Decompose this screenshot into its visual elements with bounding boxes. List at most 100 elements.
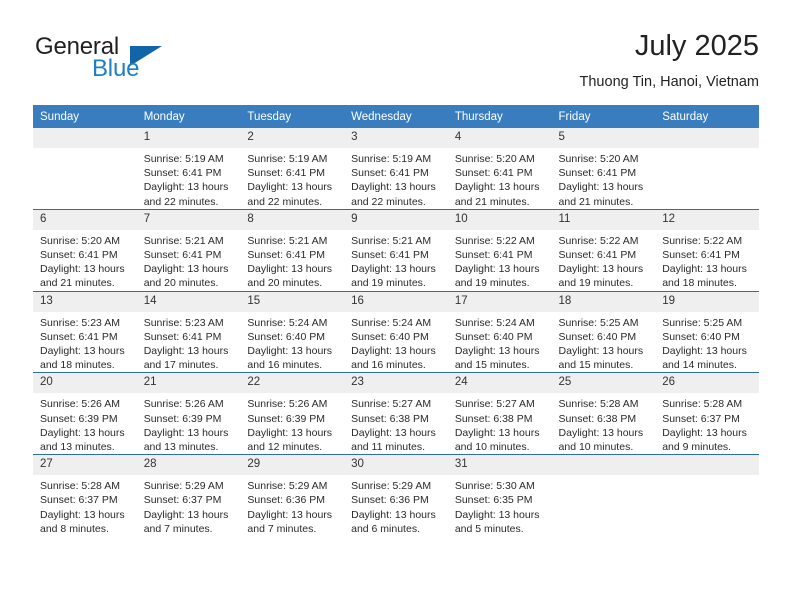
sunrise-text: Sunrise: 5:24 AM — [351, 316, 432, 329]
calendar-day-cell[interactable]: 11 Sunrise: 5:22 AM Sunset: 6:41 PM Dayligh… — [551, 208, 656, 292]
sunrise-text: Sunrise: 5:19 AM — [247, 153, 328, 165]
calendar-day-cell[interactable]: 23 Sunrise: 5:27 AM Sunset: 6:38 PM Dayligh… — [344, 372, 448, 455]
calendar-day-cell[interactable]: 8 Sunrise: 5:21 AM Sunset: 6:41 PM Daylight… — [240, 208, 345, 292]
day-number: 31 — [447, 455, 552, 476]
day-number: 1 — [136, 128, 241, 148]
calendar-day-cell[interactable]: 13 Sunrise: 5:23 AM Sunset: 6:41 PM Dayligh… — [33, 290, 137, 373]
daylight-text: Daylight: 13 hours and 7 minutes. — [247, 508, 333, 535]
calendar-day-cell[interactable]: 9 Sunrise: 5:21 AM Sunset: 6:41 PM Daylight… — [344, 208, 448, 292]
sunrise-text: Sunrise: 5:26 AM — [247, 398, 328, 411]
calendar-day-cell[interactable]: 5 Sunrise: 5:20 AM Sunset: 6:41 PM Daylight… — [551, 128, 656, 209]
day-number: 15 — [240, 291, 345, 312]
sunset-text: Sunset: 6:38 PM — [351, 412, 429, 425]
calendar-day-cell[interactable]: 20 Sunrise: 5:26 AM Sunset: 6:39 PM Dayligh… — [33, 372, 137, 455]
calendar-header-row: Sunday Monday Tuesday Wednesday Thursday… — [33, 105, 759, 128]
sunset-text: Sunset: 6:41 PM — [247, 249, 326, 262]
sunrise-text: Sunrise: 5:20 AM — [454, 153, 535, 165]
calendar-day-cell[interactable]: 18 Sunrise: 5:25 AM Sunset: 6:40 PM Dayligh… — [551, 290, 656, 373]
daylight-text: Daylight: 13 hours and 18 minutes. — [662, 263, 747, 290]
daylight-text: Daylight: 13 hours and 15 minutes. — [558, 345, 644, 372]
calendar-day-cell[interactable]: 24 Sunrise: 5:27 AM Sunset: 6:38 PM Dayligh… — [447, 372, 552, 455]
calendar-week-row: 13 Sunrise: 5:23 AM Sunset: 6:41 PM Dayligh… — [33, 290, 759, 373]
calendar-day-cell[interactable]: 19 Sunrise: 5:25 AM Sunset: 6:40 PM Dayligh… — [655, 290, 759, 373]
calendar-day-cell[interactable]: 12 Sunrise: 5:22 AM Sunset: 6:41 PM Dayligh… — [655, 208, 759, 292]
sunset-text: Sunset: 6:38 PM — [558, 412, 637, 425]
day-details: Sunrise: 5:28 AM Sunset: 6:38 PM Daylight:… — [552, 393, 656, 454]
day-number — [551, 455, 656, 476]
logo-text-blue: Blue — [92, 55, 140, 82]
weekday-header-thursday: Thursday — [447, 105, 552, 128]
sunrise-text: Sunrise: 5:28 AM — [662, 398, 743, 411]
weekday-header-sunday: Sunday — [33, 105, 137, 128]
calendar-day-cell[interactable]: 17 Sunrise: 5:24 AM Sunset: 6:40 PM Dayligh… — [447, 290, 552, 373]
weekday-header-wednesday: Wednesday — [344, 105, 448, 128]
calendar-week-row: 6 Sunrise: 5:20 AM Sunset: 6:41 PM Daylight… — [33, 208, 759, 292]
day-details: Sunrise: 5:25 AM Sunset: 6:40 PM Daylight:… — [552, 312, 656, 373]
day-details: Sunrise: 5:23 AM Sunset: 6:41 PM Daylight:… — [33, 312, 137, 373]
sunset-text: Sunset: 6:39 PM — [143, 412, 222, 425]
calendar-day-cell[interactable]: 30 Sunrise: 5:29 AM Sunset: 6:36 PM Dayligh… — [344, 454, 448, 537]
day-number: 14 — [136, 291, 241, 312]
sunset-text: Sunset: 6:41 PM — [351, 167, 429, 180]
daylight-text: Daylight: 13 hours and 13 minutes. — [143, 426, 229, 454]
day-details: Sunrise: 5:19 AM Sunset: 6:41 PM Daylight:… — [137, 148, 241, 209]
calendar-day-cell[interactable]: 4 Sunrise: 5:20 AM Sunset: 6:41 PM Daylight… — [447, 128, 552, 209]
sunrise-text: Sunrise: 5:20 AM — [558, 153, 639, 165]
calendar-day-cell[interactable]: 7 Sunrise: 5:21 AM Sunset: 6:41 PM Daylight… — [136, 208, 241, 292]
daylight-text: Daylight: 13 hours and 5 minutes. — [454, 508, 540, 535]
calendar-day-cell[interactable]: 2 Sunrise: 5:19 AM Sunset: 6:41 PM Daylight… — [240, 128, 345, 209]
calendar-day-cell[interactable]: 31 Sunrise: 5:30 AM Sunset: 6:35 PM Dayligh… — [447, 454, 552, 537]
calendar-week-row: 20 Sunrise: 5:26 AM Sunset: 6:39 PM Dayligh… — [33, 372, 759, 455]
day-number: 29 — [240, 455, 345, 476]
day-number: 26 — [655, 373, 759, 394]
day-number: 3 — [344, 128, 448, 148]
day-number: 11 — [551, 209, 656, 230]
day-number: 12 — [655, 209, 759, 230]
logo[interactable]: General Blue — [35, 34, 225, 90]
calendar-day-cell[interactable]: 10 Sunrise: 5:22 AM Sunset: 6:41 PM Dayligh… — [447, 208, 552, 292]
day-details: Sunrise: 5:22 AM Sunset: 6:41 PM Daylight:… — [552, 230, 656, 291]
sunset-text: Sunset: 6:36 PM — [351, 494, 429, 507]
sunrise-text: Sunrise: 5:26 AM — [143, 398, 224, 411]
daylight-text: Daylight: 13 hours and 13 minutes. — [40, 426, 125, 454]
sunset-text: Sunset: 6:41 PM — [454, 249, 533, 262]
daylight-text: Daylight: 13 hours and 9 minutes. — [662, 426, 747, 454]
page-header: General Blue July 2025 Thuong Tin, Hanoi… — [33, 28, 759, 96]
day-number: 28 — [136, 455, 241, 476]
sunrise-text: Sunrise: 5:26 AM — [40, 398, 120, 411]
day-number: 18 — [551, 291, 656, 312]
calendar-day-cell[interactable]: 21 Sunrise: 5:26 AM Sunset: 6:39 PM Dayligh… — [136, 372, 241, 455]
day-details: Sunrise: 5:19 AM Sunset: 6:41 PM Daylight:… — [240, 148, 344, 209]
calendar-day-cell-empty — [655, 454, 759, 537]
sunrise-text: Sunrise: 5:28 AM — [558, 398, 639, 411]
calendar-day-cell[interactable]: 28 Sunrise: 5:29 AM Sunset: 6:37 PM Dayligh… — [136, 454, 241, 537]
sunset-text: Sunset: 6:41 PM — [351, 249, 429, 262]
calendar-day-cell[interactable]: 6 Sunrise: 5:20 AM Sunset: 6:41 PM Daylight… — [33, 208, 137, 292]
calendar-day-cell[interactable]: 22 Sunrise: 5:26 AM Sunset: 6:39 PM Dayligh… — [240, 372, 345, 455]
sunset-text: Sunset: 6:41 PM — [558, 167, 637, 180]
calendar-day-cell[interactable]: 1 Sunrise: 5:19 AM Sunset: 6:41 PM Daylight… — [136, 128, 241, 209]
daylight-text: Daylight: 13 hours and 22 minutes. — [351, 181, 436, 208]
day-number: 20 — [33, 373, 137, 394]
calendar-day-cell[interactable]: 27 Sunrise: 5:28 AM Sunset: 6:37 PM Dayligh… — [33, 454, 137, 537]
sunset-text: Sunset: 6:40 PM — [351, 330, 429, 343]
calendar-table: Sunday Monday Tuesday Wednesday Thursday… — [33, 105, 759, 537]
calendar-day-cell[interactable]: 14 Sunrise: 5:23 AM Sunset: 6:41 PM Dayligh… — [136, 290, 241, 373]
day-number: 2 — [240, 128, 345, 148]
calendar-day-cell[interactable]: 16 Sunrise: 5:24 AM Sunset: 6:40 PM Dayligh… — [344, 290, 448, 373]
day-details: Sunrise: 5:20 AM Sunset: 6:41 PM Daylight:… — [552, 148, 656, 209]
day-details: Sunrise: 5:26 AM Sunset: 6:39 PM Daylight:… — [240, 393, 344, 454]
sunrise-text: Sunrise: 5:21 AM — [351, 234, 432, 247]
calendar-day-cell[interactable]: 26 Sunrise: 5:28 AM Sunset: 6:37 PM Dayligh… — [655, 372, 759, 455]
daylight-text: Daylight: 13 hours and 10 minutes. — [558, 426, 644, 454]
sunrise-text: Sunrise: 5:19 AM — [143, 153, 224, 165]
calendar-day-cell[interactable]: 25 Sunrise: 5:28 AM Sunset: 6:38 PM Dayligh… — [551, 372, 656, 455]
day-number: 5 — [551, 128, 656, 148]
calendar-day-cell[interactable]: 29 Sunrise: 5:29 AM Sunset: 6:36 PM Dayligh… — [240, 454, 345, 537]
sunrise-text: Sunrise: 5:21 AM — [247, 234, 328, 247]
day-details: Sunrise: 5:26 AM Sunset: 6:39 PM Daylight:… — [33, 393, 137, 454]
calendar-day-cell[interactable]: 3 Sunrise: 5:19 AM Sunset: 6:41 PM Daylight… — [344, 128, 448, 209]
daylight-text: Daylight: 13 hours and 8 minutes. — [40, 508, 125, 535]
sunset-text: Sunset: 6:41 PM — [143, 167, 222, 180]
calendar-day-cell[interactable]: 15 Sunrise: 5:24 AM Sunset: 6:40 PM Dayligh… — [240, 290, 345, 373]
